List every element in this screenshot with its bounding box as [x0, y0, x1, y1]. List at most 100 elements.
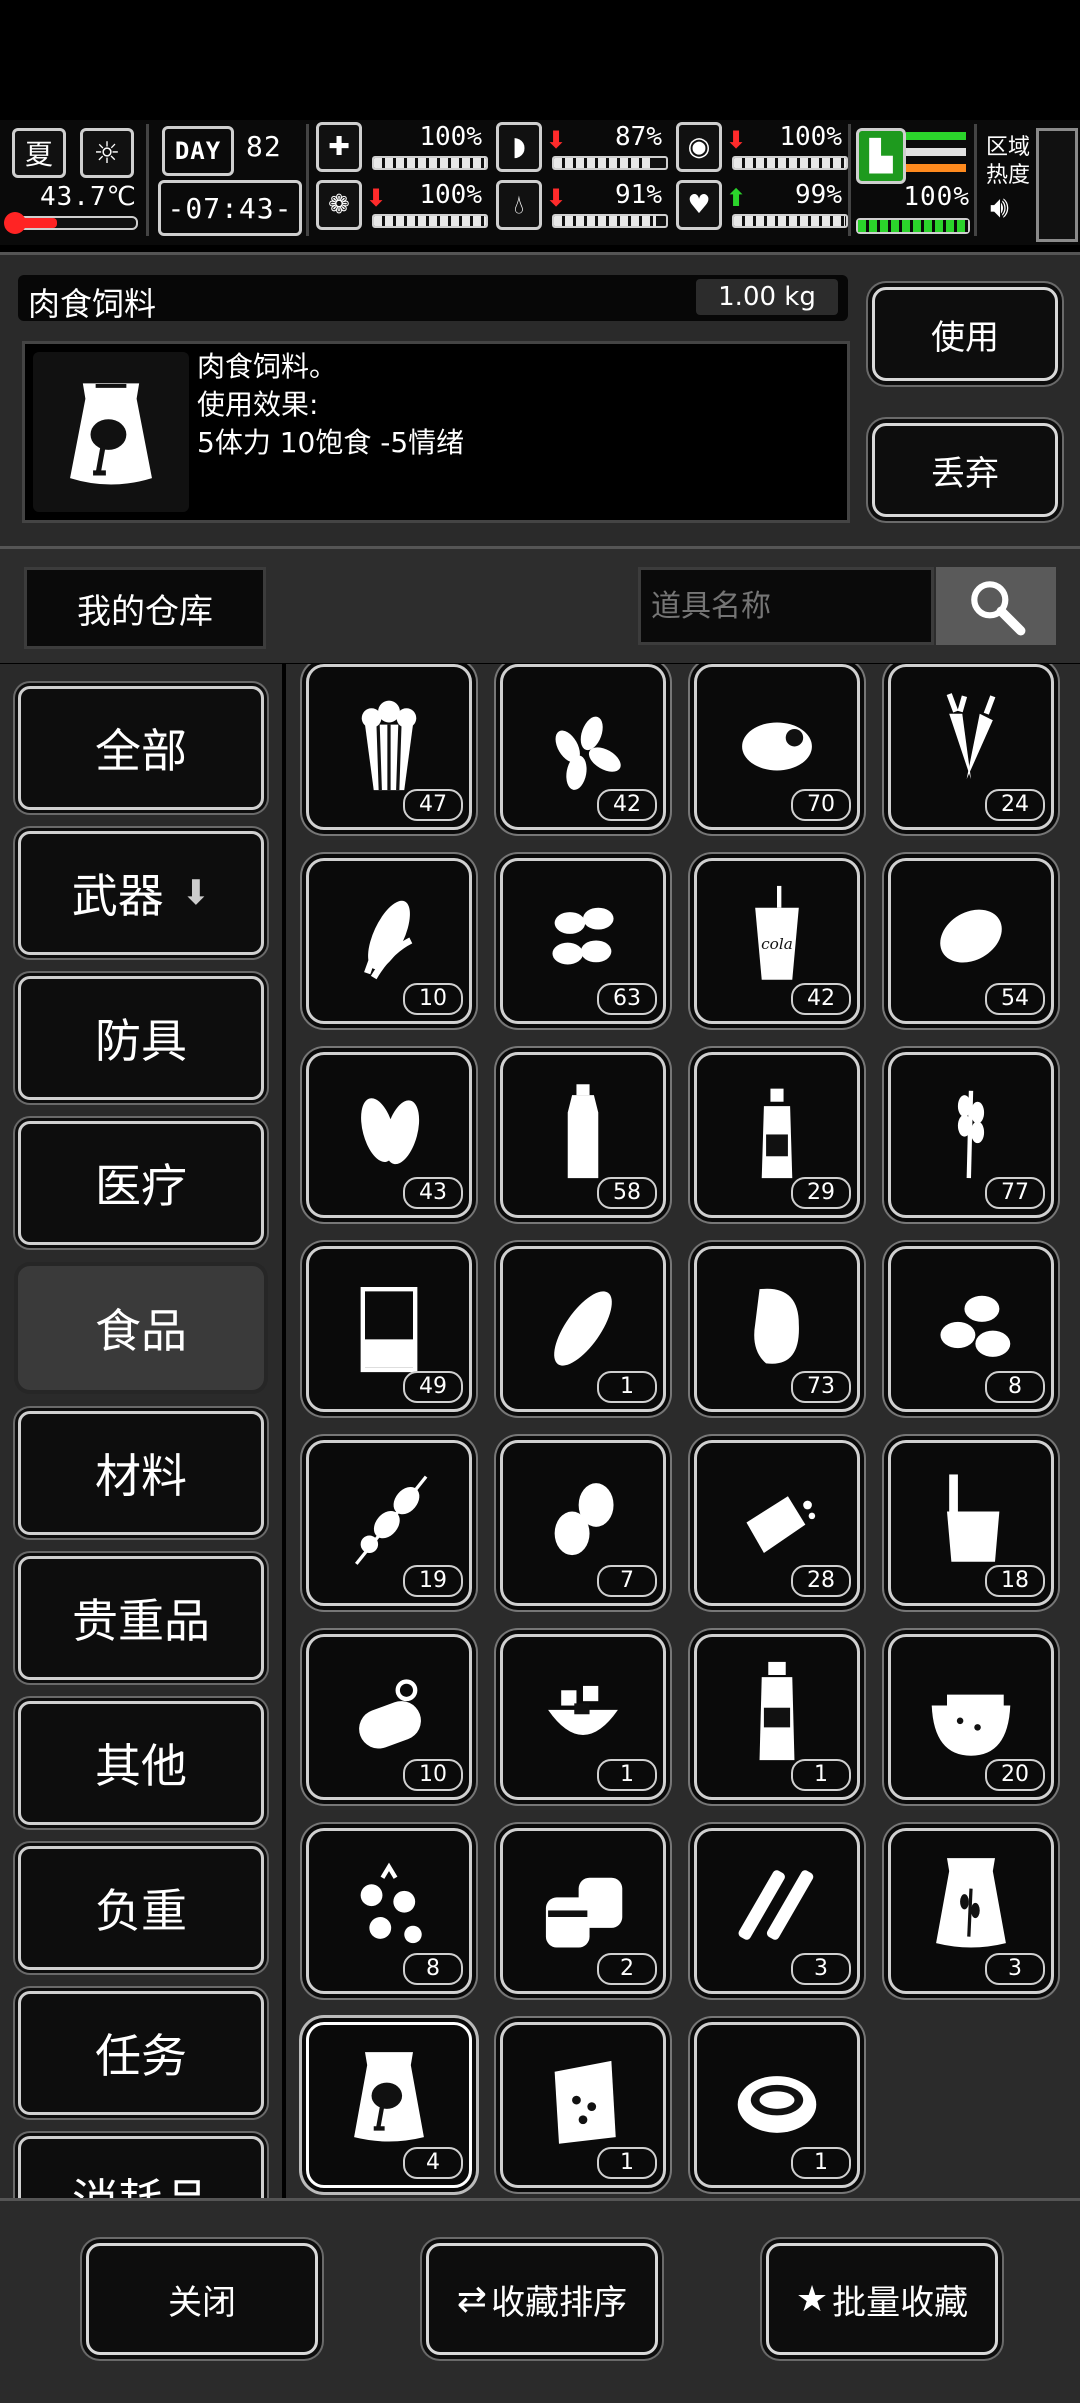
item-slot[interactable]: 73 [694, 1246, 860, 1412]
heart-icon: ♥ [676, 180, 722, 230]
category-tab-0[interactable]: 全部 [18, 686, 264, 810]
search-icon [971, 581, 1026, 636]
item-slot[interactable]: 1 [694, 1634, 860, 1800]
item-slot[interactable]: 10 [306, 858, 472, 1024]
speed-stripe-2 [906, 148, 966, 156]
item-slot[interactable]: 58 [500, 1052, 666, 1218]
category-tab-5[interactable]: 材料 [18, 1411, 264, 1535]
item-quantity: 77 [985, 1177, 1045, 1209]
item-info-box: 肉食饲料。 使用效果: 5体力 10饱食 -5情绪 [22, 341, 850, 523]
item-slot[interactable]: 1 [500, 1634, 666, 1800]
item-slot[interactable]: 10 [306, 1634, 472, 1800]
item-quantity: 20 [985, 1759, 1045, 1791]
item-slot[interactable]: 18 [888, 1440, 1054, 1606]
item-preview [33, 352, 189, 512]
speed-stripe-1 [906, 132, 966, 140]
svg-text:cola: cola [761, 935, 793, 953]
item-slot[interactable]: 47 [306, 664, 472, 830]
item-quantity: 47 [403, 789, 463, 821]
item-description: 肉食饲料。 使用效果: 5体力 10饱食 -5情绪 [197, 348, 464, 462]
water-bottle-icon [567, 1084, 599, 1179]
item-quantity: 54 [985, 983, 1045, 1015]
item-quantity: 7 [597, 1565, 657, 1597]
favorite-sort-button[interactable]: ⇄ 收藏排序 [426, 2243, 658, 2355]
status-bar: 夏 ☼ 43.7℃ DAY 82 -07:43- ✚ 100% ◗ ⬇ 87% ◉ ⬇ 100… [0, 120, 1080, 245]
category-label: 材料 [95, 1449, 187, 1503]
heart-bar [732, 214, 848, 228]
item-grid[interactable]: 47 42 70 24 10 63 cola 42 54 43 58 29 77 49 1 73 8 19 7 28 1… [286, 664, 1080, 2198]
item-slot[interactable]: 43 [306, 1052, 472, 1218]
item-slot[interactable]: 70 [694, 664, 860, 830]
item-slot[interactable]: 24 [888, 664, 1054, 830]
zone-heat-meter [1036, 128, 1078, 242]
item-slot[interactable]: 1 [500, 2022, 666, 2188]
item-quantity: 4 [403, 2147, 463, 2179]
category-sidebar[interactable]: 全部武器 ⬇ 防具医疗食品材料贵重品其他负重任务消耗品 [0, 664, 282, 2198]
category-tab-2[interactable]: 防具 [18, 976, 264, 1100]
item-slot[interactable]: 77 [888, 1052, 1054, 1218]
item-slot[interactable]: 2 [500, 1828, 666, 1994]
item-quantity: 63 [597, 983, 657, 1015]
item-slot[interactable]: 4 [306, 2022, 472, 2188]
sun-icon: ☼ [80, 128, 134, 178]
thermometer-bulb [4, 212, 26, 234]
item-slot[interactable]: 7 [500, 1440, 666, 1606]
category-label: 任务 [95, 2029, 187, 2083]
speaker-icon[interactable]: 🔊︎ [990, 190, 1009, 225]
item-slot[interactable]: 1 [500, 1246, 666, 1412]
item-quantity: 1 [597, 1371, 657, 1403]
close-button[interactable]: 关闭 [86, 2243, 318, 2355]
sardine-can-icon [359, 1679, 421, 1749]
item-quantity: 73 [791, 1371, 851, 1403]
item-quantity: 49 [403, 1371, 463, 1403]
search-input[interactable] [638, 567, 934, 645]
item-slot[interactable]: 63 [500, 858, 666, 1024]
item-slot[interactable]: 3 [694, 1828, 860, 1994]
category-tab-1[interactable]: 武器 ⬇ [18, 831, 264, 955]
discard-button[interactable]: 丢弃 [872, 423, 1058, 517]
item-slot[interactable]: 54 [888, 858, 1054, 1024]
hunger-bar [552, 156, 668, 170]
category-tab-6[interactable]: 贵重品 [18, 1556, 264, 1680]
item-slot[interactable]: cola 42 [694, 858, 860, 1024]
item-quantity: 28 [791, 1565, 851, 1597]
category-tab-8[interactable]: 负重 [18, 1846, 264, 1970]
item-quantity: 1 [597, 2147, 657, 2179]
search-button[interactable] [936, 567, 1056, 645]
mood-bar [372, 214, 488, 228]
ice-cream-tub-icon [947, 1474, 1000, 1562]
item-quantity: 1 [791, 2147, 851, 2179]
item-slot[interactable]: 49 [306, 1246, 472, 1412]
season-label: 夏 [24, 138, 53, 171]
item-effects: 5体力 10饱食 -5情绪 [197, 426, 465, 459]
item-slot[interactable]: 28 [694, 1440, 860, 1606]
category-tab-9[interactable]: 任务 [18, 1991, 264, 2115]
warehouse-title: 我的仓库 [24, 567, 266, 649]
category-tab-3[interactable]: 医疗 [18, 1121, 264, 1245]
cans-icon [545, 1877, 623, 1948]
small-bottle-icon [761, 1088, 793, 1179]
item-slot[interactable]: 19 [306, 1440, 472, 1606]
category-tab-7[interactable]: 其他 [18, 1701, 264, 1825]
item-slot[interactable]: 29 [694, 1052, 860, 1218]
potato-icon [940, 909, 1002, 963]
grain-bag-icon [936, 1858, 1006, 1948]
category-tab-10[interactable]: 消耗品 [18, 2136, 264, 2198]
water-drop-icon: 💧︎ [496, 180, 542, 230]
item-slot[interactable]: 8 [888, 1246, 1054, 1412]
item-slot[interactable]: 3 [888, 1828, 1054, 1994]
hunger-percent: 87% [615, 122, 662, 152]
use-button[interactable]: 使用 [872, 287, 1058, 381]
item-slot[interactable]: 1 [694, 2022, 860, 2188]
item-slot[interactable]: 20 [888, 1634, 1054, 1800]
cracker-icon [746, 1496, 816, 1553]
item-slot[interactable]: 8 [306, 1828, 472, 1994]
temperature-bar [10, 216, 138, 230]
category-tab-4[interactable]: 食品 [18, 1266, 264, 1390]
cola-cup-icon: cola [755, 885, 799, 980]
watermelon-icon [931, 1694, 1011, 1756]
item-slot[interactable]: 42 [500, 664, 666, 830]
mood-percent: 100% [419, 180, 482, 210]
batch-favorite-button[interactable]: ★ 批量收藏 [766, 2243, 998, 2355]
berries-icon [360, 1862, 422, 1944]
